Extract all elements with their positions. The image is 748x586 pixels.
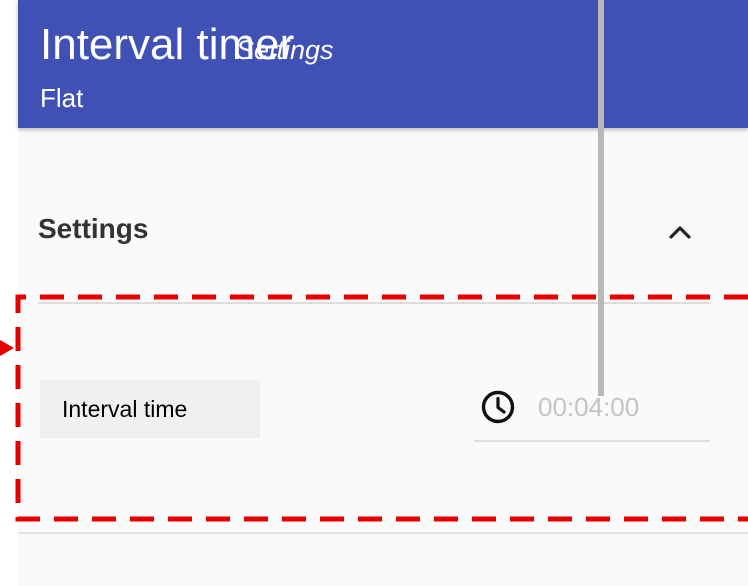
collapse-section-button[interactable] [660, 212, 700, 252]
app-subtitle: Settings [236, 35, 334, 65]
time-field-underline [474, 440, 710, 442]
callout-arrow-head [0, 340, 14, 356]
interval-time-label: Interval time [62, 396, 188, 422]
interval-time-value: 00:04:00 [538, 392, 640, 422]
app-caption: Flat [40, 83, 84, 113]
page: Interval timer Settings Flat Settings In… [0, 0, 748, 586]
bottom-divider [18, 532, 748, 534]
callout-pointer-line [598, 0, 604, 396]
settings-section-title: Settings [38, 213, 149, 244]
clock-icon [481, 390, 515, 424]
section-divider [38, 302, 710, 304]
chevron-up-icon [669, 226, 691, 239]
